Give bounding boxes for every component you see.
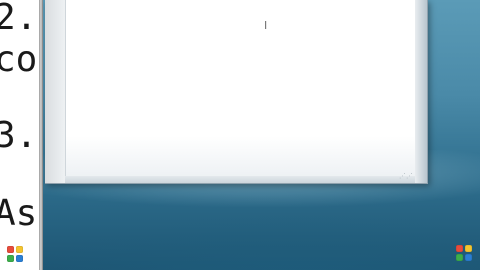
- logo-quadrant-green: [7, 255, 14, 262]
- logo-quadrant-red: [456, 245, 463, 252]
- windows-logo-icon-corner: [456, 245, 472, 261]
- logo-quadrant-yellow: [16, 246, 23, 253]
- logo-quadrant-blue: [465, 254, 472, 261]
- editor-window[interactable]: I ⋰⋰: [45, 0, 428, 184]
- windows-logo-icon: [7, 246, 23, 262]
- screen: 2. co 3. As I ⋰⋰: [0, 0, 480, 270]
- logo-quadrant-yellow: [465, 245, 472, 252]
- text-area-fade: [66, 136, 416, 176]
- document-line-3: 3.: [0, 115, 38, 156]
- window-status-bar: [65, 176, 415, 183]
- resize-grip-icon[interactable]: ⋰⋰: [399, 171, 413, 181]
- document-line-4: As: [0, 193, 38, 234]
- logo-quadrant-green: [456, 254, 463, 261]
- document-pane[interactable]: 2. co 3. As: [0, 0, 39, 270]
- document-line-1: 2.: [0, 0, 38, 38]
- text-editor-area[interactable]: I: [65, 0, 416, 176]
- window-frame-left: [45, 0, 65, 183]
- logo-quadrant-red: [7, 246, 14, 253]
- logo-quadrant-blue: [16, 255, 23, 262]
- document-line-2: co: [0, 39, 38, 80]
- window-frame-right: [415, 0, 427, 183]
- text-cursor-icon: I: [264, 19, 268, 32]
